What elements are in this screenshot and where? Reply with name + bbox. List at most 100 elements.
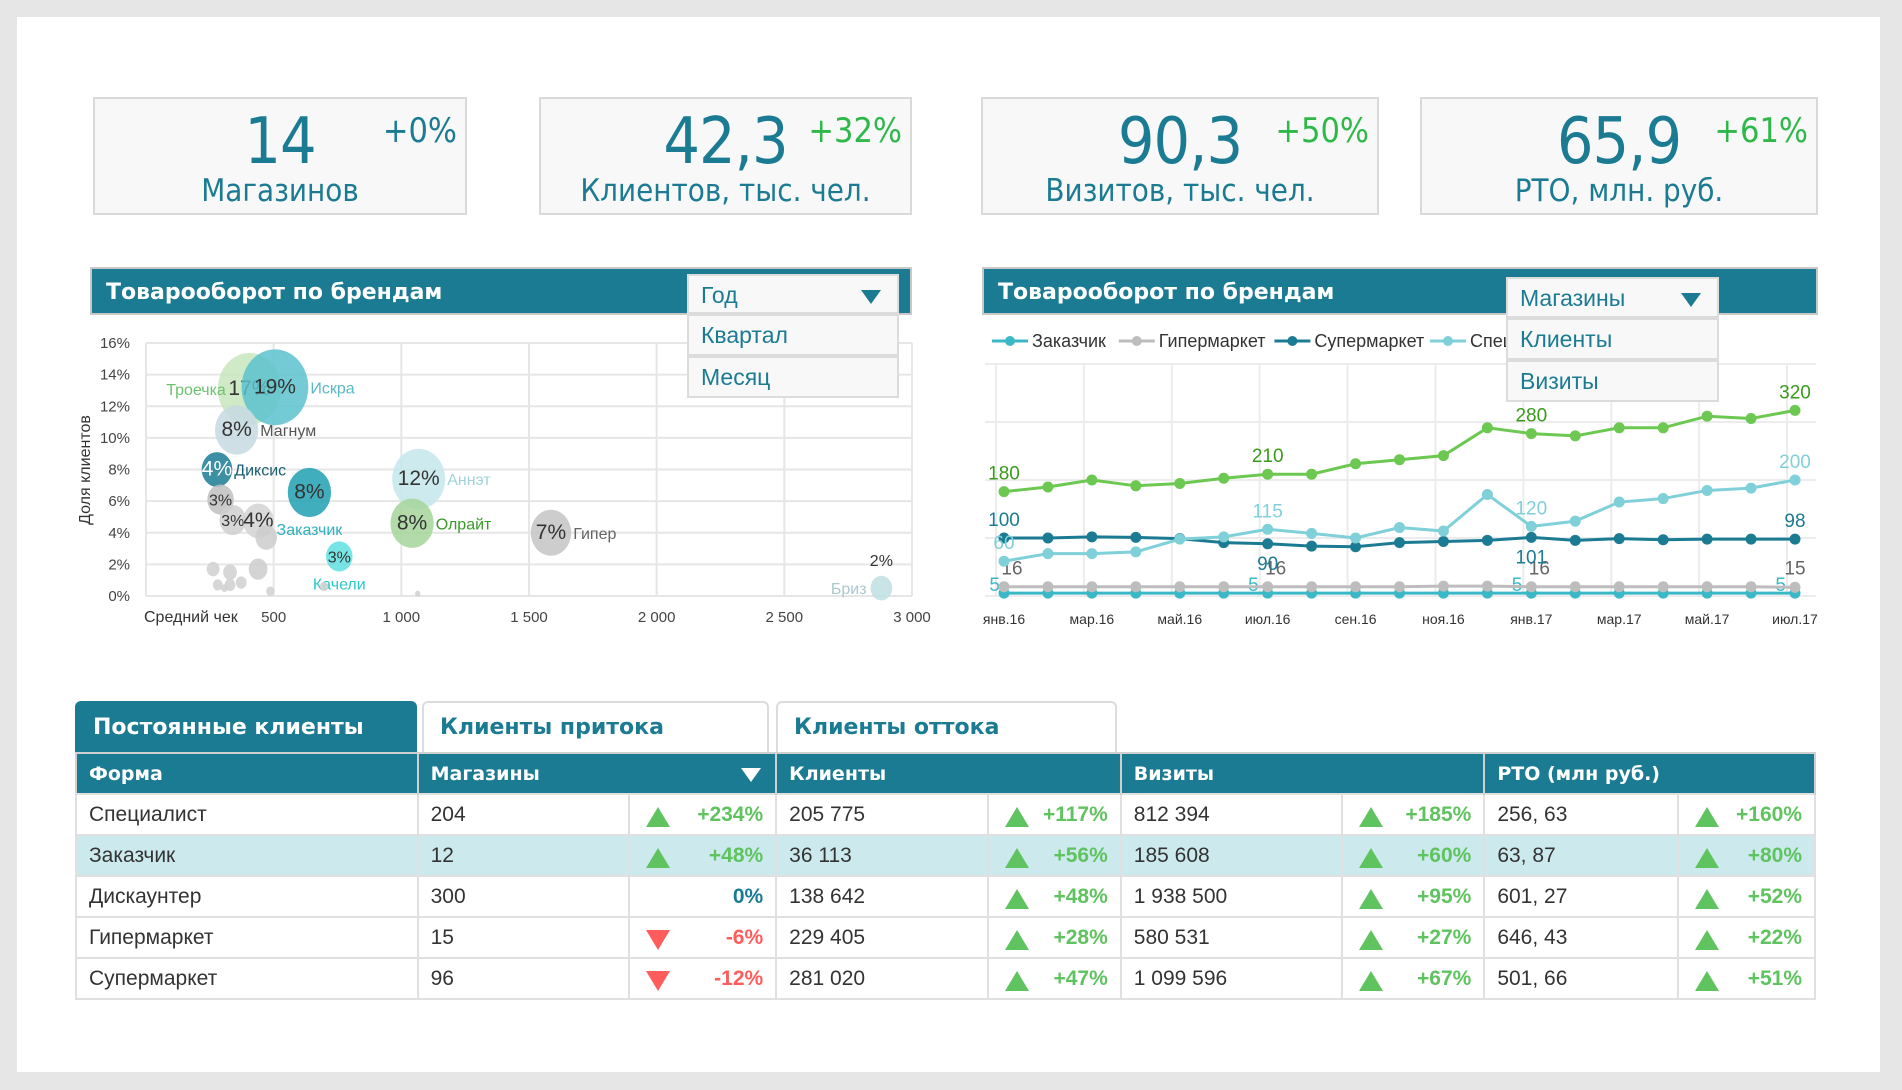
column-header-visits[interactable]: Визиты [1120, 753, 1486, 794]
metric-dropdown[interactable]: Магазины [1506, 277, 1719, 318]
change-value: +60% [1417, 843, 1472, 867]
data-point [1745, 581, 1757, 593]
data-point [1086, 581, 1098, 593]
change-value: 0% [732, 884, 764, 908]
table-row[interactable]: Специалист 204 +234% 205 775 +117% 812 394 +18… [75, 793, 1816, 836]
data-point [1525, 531, 1537, 543]
period-dropdown[interactable]: Год [687, 274, 899, 314]
dropdown-option-month[interactable]: Месяц [687, 356, 899, 398]
dropdown-option-quarter[interactable]: Квартал [687, 314, 899, 356]
data-point [1394, 581, 1405, 593]
data-point [1481, 489, 1493, 500]
data-point [1613, 422, 1625, 434]
x-tick-label: май.16 [1157, 611, 1202, 627]
arrow-up-icon [1359, 807, 1384, 827]
cell-change: +95% [1341, 875, 1486, 918]
data-point [1218, 581, 1230, 593]
cell-change: +48% [628, 834, 778, 877]
data-point [1042, 532, 1054, 544]
cell-change: +67% [1341, 957, 1486, 1000]
change-value: +185% [1405, 802, 1472, 826]
table-row[interactable]: Заказчик 12 +48% 36 113 +56% 185 608 +60% 63, 8… [75, 834, 1816, 877]
data-label: 100 [988, 510, 1020, 531]
tab-inflow-clients[interactable]: Клиенты притока [422, 701, 769, 752]
tab-label: Клиенты оттока [794, 715, 1000, 740]
arrow-up-icon [646, 848, 671, 868]
column-header-stores[interactable]: Магазины [417, 753, 778, 794]
cell-change: +160% [1677, 793, 1816, 836]
data-point [1218, 472, 1230, 484]
table-row[interactable]: Дискаунтер 300 0% 138 642 +48% 1 938 500 +95% 6… [75, 875, 1816, 918]
data-point [1262, 468, 1274, 480]
dropdown-option-visits[interactable]: Визиты [1506, 360, 1719, 402]
data-point [1745, 533, 1757, 545]
cell-change: -12% [628, 957, 778, 1000]
cell-value: 12 [416, 834, 631, 877]
data-label: 60 [993, 533, 1014, 554]
data-label: 5 [989, 575, 1000, 596]
cell-value: 96 [416, 957, 631, 1000]
data-label: 15 [1784, 559, 1805, 580]
tab-label: Клиенты притока [440, 715, 664, 740]
data-point [1350, 581, 1362, 593]
data-point [1130, 581, 1142, 593]
sort-down-icon[interactable] [741, 768, 762, 782]
cell-form: Супермаркет [75, 957, 419, 1000]
data-point [998, 486, 1010, 498]
cell-change: +80% [1677, 834, 1816, 877]
tab-outflow-clients[interactable]: Клиенты оттока [776, 701, 1117, 752]
change-value: -6% [725, 925, 764, 949]
cell-change: -6% [628, 916, 778, 959]
data-point [1350, 458, 1362, 470]
column-header-rto[interactable]: РТО (млн руб.) [1484, 753, 1816, 794]
change-value: +67% [1417, 966, 1472, 990]
cell-value: 300 [416, 875, 631, 918]
cell-change: +22% [1677, 916, 1816, 959]
data-point [1306, 527, 1318, 539]
change-value: +234% [697, 802, 764, 826]
data-point [1086, 474, 1098, 486]
tab-regular-clients[interactable]: Постоянные клиенты [75, 701, 417, 752]
data-point [1789, 581, 1801, 593]
cell-form: Дискаунтер [75, 875, 419, 918]
cell-value: 15 [416, 916, 631, 959]
table-row[interactable]: Супермаркет 96 -12% 281 020 +47% 1 099 596 +67… [75, 957, 1816, 1000]
arrow-up-icon [1004, 971, 1029, 991]
data-point [1042, 481, 1054, 493]
data-point [1657, 422, 1669, 434]
cell-value: 501, 66 [1483, 957, 1680, 1000]
table-row[interactable]: Гипермаркет 15 -6% 229 405 +28% 580 531 +27% 64… [75, 916, 1816, 959]
cell-change: +51% [1677, 957, 1816, 1000]
data-point [1086, 548, 1098, 560]
data-point [1569, 534, 1581, 546]
data-point [1525, 581, 1537, 593]
change-value: +117% [1042, 802, 1108, 826]
cell-value: 204 [416, 793, 631, 836]
arrow-up-icon [1359, 930, 1384, 950]
data-point [1569, 581, 1581, 593]
column-header-clients[interactable]: Клиенты [776, 753, 1122, 794]
data-point [1394, 454, 1405, 466]
cell-value: 812 394 [1119, 793, 1344, 836]
header-label: Магазины [430, 762, 540, 785]
legend-marker [1443, 336, 1453, 346]
dropdown-option-clients[interactable]: Клиенты [1506, 318, 1719, 360]
change-value: +48% [708, 843, 764, 867]
data-point [1613, 533, 1625, 545]
data-point [998, 581, 1010, 593]
arrow-up-icon [646, 807, 671, 827]
data-point [1745, 413, 1757, 425]
data-label: 280 [1515, 406, 1547, 427]
arrow-up-icon [1359, 889, 1384, 909]
cell-value: 281 020 [775, 957, 989, 1000]
cell-value: 185 608 [1119, 834, 1344, 877]
data-label: 320 [1779, 382, 1811, 403]
arrow-up-icon [1004, 889, 1029, 909]
cell-change: +47% [986, 957, 1122, 1000]
x-tick-label: янв.16 [983, 611, 1025, 627]
x-tick-label: мар.16 [1070, 611, 1115, 627]
data-point [1130, 531, 1142, 543]
data-point [1613, 581, 1625, 593]
data-point [1701, 484, 1713, 496]
column-header-form[interactable]: Форма [76, 753, 419, 794]
